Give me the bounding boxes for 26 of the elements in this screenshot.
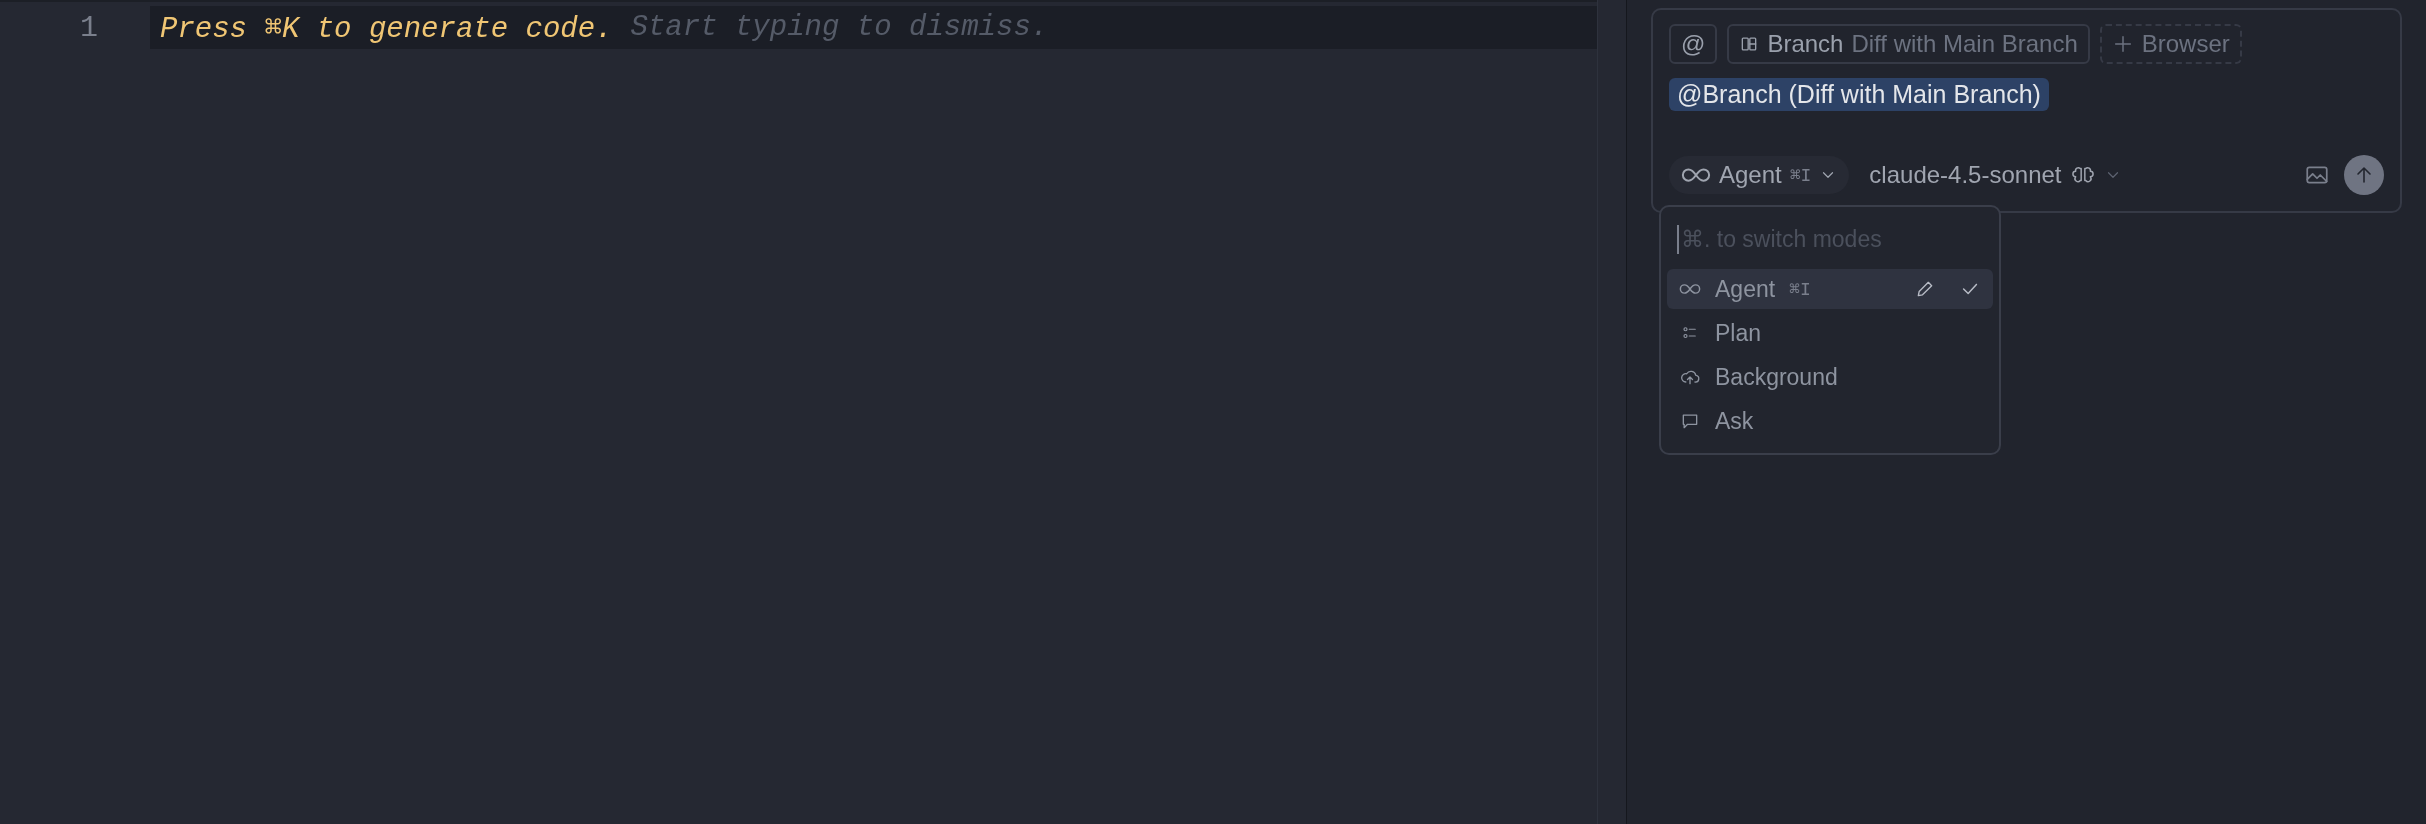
add-context-chip[interactable]: Browser [2099, 24, 2242, 64]
mode-label: Agent [1719, 161, 1782, 189]
mention-chip[interactable]: @ [1669, 24, 1718, 64]
mode-menu-item[interactable]: Background [1667, 357, 1993, 397]
chip-label: Browser [2141, 30, 2230, 58]
shortcut-label: ⌘I [1789, 165, 1812, 186]
mode-menu-item[interactable]: Plan [1667, 313, 1993, 353]
line-number: 1 [79, 10, 99, 45]
generate-hint: Press ⌘K to generate code. [160, 11, 613, 46]
shortcut-label: ⌘I [1789, 279, 1811, 300]
mode-label: Agent [1715, 275, 1776, 303]
send-button[interactable] [2344, 155, 2384, 195]
branch-chip[interactable]: Branch Diff with Main Branch [1727, 24, 2090, 64]
dismiss-hint: Start typing to dismiss. [630, 11, 1049, 44]
chip-label: Branch [1767, 30, 1844, 58]
mode-menu-item[interactable]: Ask [1667, 401, 1993, 441]
pencil-icon [1915, 279, 1935, 299]
model-selector[interactable]: claude-4.5-sonnet [1863, 160, 2128, 190]
mode-label: Background [1715, 363, 1838, 391]
mode-label: Plan [1715, 319, 1762, 347]
mode-menu-item[interactable]: Agent ⌘I [1667, 269, 1993, 309]
mode-button[interactable]: Agent ⌘I [1669, 156, 1850, 194]
mode-label: Ask [1715, 407, 1754, 435]
branch-mention: @Branch (Diff with Main Branch) [1669, 78, 2049, 111]
model-name: claude-4.5-sonnet [1869, 161, 2062, 189]
chip-detail: Diff with Main Branch [1851, 30, 2078, 58]
